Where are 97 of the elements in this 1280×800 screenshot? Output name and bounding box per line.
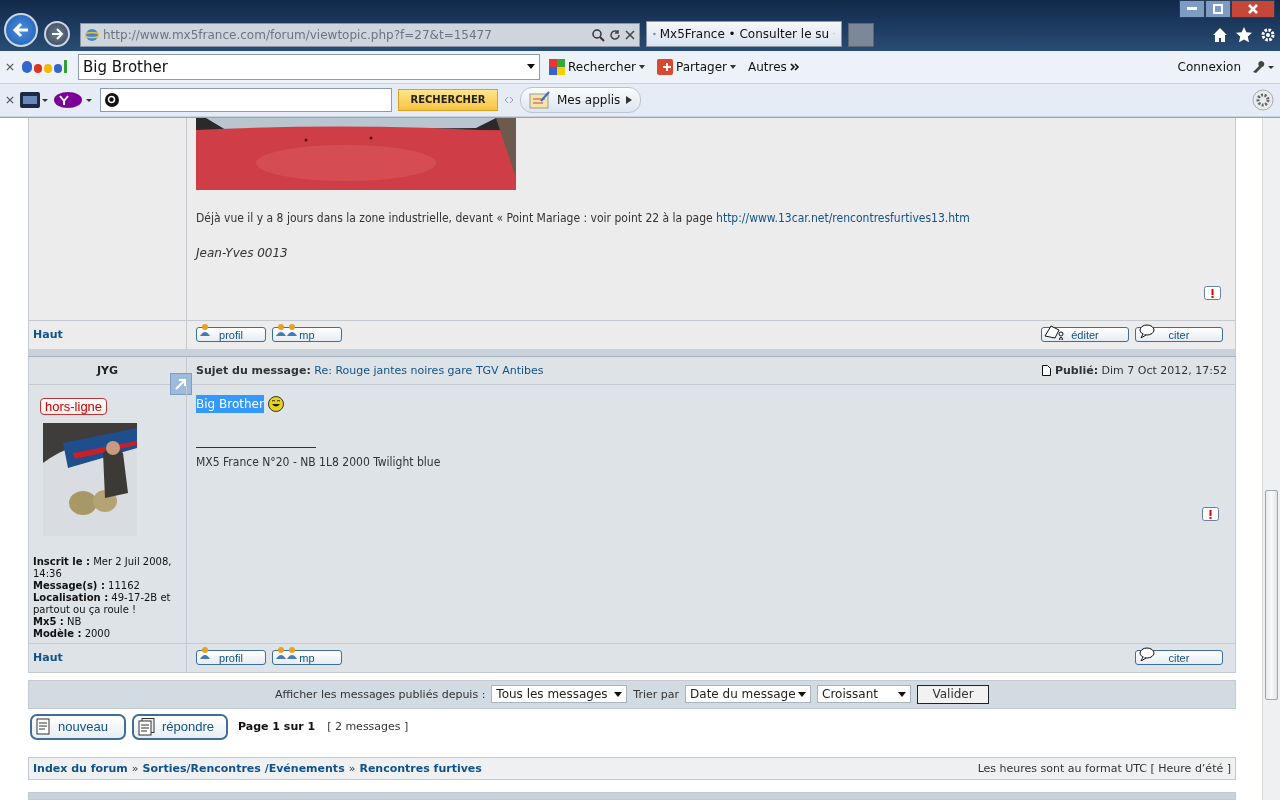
quote-button[interactable]: citer: [1135, 650, 1223, 666]
breadcrumb-separator: »: [348, 762, 356, 775]
top-link[interactable]: Haut: [29, 651, 186, 665]
arrow-icon: [174, 377, 188, 391]
search-field[interactable]: [100, 87, 392, 112]
paper-scissors-icon: [1043, 324, 1067, 341]
profile-field: Localisation : 49-17-2B et partout ou ça roule !: [33, 592, 182, 616]
new-tab-button[interactable]: [848, 22, 874, 47]
filter-label: Afficher les messages publiés depuis :: [274, 688, 486, 701]
message-text: Big Brother: [196, 395, 264, 413]
url-link[interactable]: http://www.13car.net/rencontresfurtives13.htm: [716, 211, 970, 225]
author-name: JYG: [95, 364, 120, 377]
star-icon[interactable]: [1236, 26, 1252, 43]
home-icon[interactable]: [1212, 26, 1228, 43]
arrow-left-icon: [12, 20, 30, 39]
post-icon[interactable]: [1042, 365, 1052, 376]
message-count: [ 2 messages ]: [327, 720, 409, 734]
quote-button[interactable]: citer: [1135, 327, 1223, 343]
timezone-note: Les heures sont au format UTC [ Heure d’été ]: [977, 762, 1231, 775]
pm-button[interactable]: mp: [272, 650, 342, 666]
sort-select[interactable]: Date du message: [685, 685, 812, 704]
published-label: Publié:: [1054, 364, 1099, 377]
arrow-right-icon: [50, 26, 64, 41]
users-icon: [275, 647, 299, 662]
subject-link[interactable]: Re: Rouge jantes noires gare TGV Antibes: [314, 364, 544, 377]
profile-button[interactable]: profil: [196, 327, 266, 343]
caret-icon: [614, 692, 623, 697]
minimize-button[interactable]: [1179, 0, 1205, 18]
search-icon: [105, 92, 119, 107]
status-badge: hors-ligne: [40, 398, 108, 415]
restore-button[interactable]: [1205, 0, 1231, 18]
search-field[interactable]: Big Brother: [78, 53, 540, 80]
profile-button[interactable]: profil: [196, 650, 266, 666]
top-link[interactable]: Haut: [29, 328, 186, 342]
sort-label: Trier par: [633, 688, 680, 701]
scrollbar[interactable]: [1262, 118, 1280, 800]
profile-field: Mx5 : NB: [33, 616, 182, 628]
tv-icon[interactable]: [20, 90, 48, 109]
speech-bubble-icon: [1138, 324, 1156, 339]
breadcrumb-link[interactable]: Rencontres furtives: [359, 762, 482, 775]
refresh-icon: [609, 28, 621, 41]
breadcrumb-separator: »: [131, 762, 139, 775]
post-date: Dim 7 Oct 2012, 17:52: [1101, 364, 1227, 377]
page-number: Page 1 sur 1: [238, 720, 316, 734]
sign-in-button[interactable]: Connexion: [1174, 57, 1244, 76]
message-text: Déjà vue il y a 8 jours dans la zone industrielle, devant « Point Mariage : voir point 22 à la page http://www.13car.net/rencontresfurtives13.htm: [196, 210, 971, 226]
caret-icon: [729, 64, 736, 69]
order-select[interactable]: Croissant: [817, 685, 912, 704]
yahoo-icon[interactable]: [54, 90, 94, 109]
settings-icon[interactable]: [1260, 26, 1276, 43]
smiley-icon: [267, 396, 284, 412]
minimize-icon: [1187, 7, 1197, 11]
reply-button[interactable]: répondre: [132, 714, 228, 740]
more-button[interactable]: Autres: [744, 57, 803, 76]
browser-tab[interactable]: Mx5France • Consulter le su: [646, 20, 842, 47]
period-select[interactable]: Tous les messages: [491, 685, 628, 704]
maximize-icon: [1213, 4, 1223, 14]
signature-text: Jean-Yves 0013: [196, 246, 289, 260]
profile-field: Message(s) : 11162: [33, 580, 182, 592]
caret-icon: [626, 95, 633, 104]
search-button[interactable]: Rechercher: [546, 56, 648, 77]
share-button[interactable]: Partager: [653, 56, 739, 77]
edit-button[interactable]: éditer: [1041, 327, 1129, 343]
caret-icon: [638, 64, 645, 69]
user-icon: [199, 647, 211, 662]
speech-bubble-icon: [1138, 647, 1156, 662]
notepad-icon: [529, 90, 551, 109]
resize-icon: [504, 94, 514, 105]
caret-icon: [527, 64, 535, 70]
chevrons-icon: [789, 62, 800, 71]
user-icon: [199, 324, 211, 339]
breadcrumb-link[interactable]: Sorties/Rencontres /Evénements: [142, 762, 345, 775]
submit-button[interactable]: Valider: [917, 685, 990, 704]
settings-icon[interactable]: [1252, 88, 1274, 111]
profile-field: Modèle : 2000: [33, 628, 182, 640]
signature-text: MX5 France N°20 - NB 1L8 2000 Twilight blue: [196, 454, 442, 470]
share-icon: [656, 58, 673, 75]
report-icon[interactable]: [1202, 507, 1219, 521]
back-button[interactable]: [4, 12, 38, 47]
pm-button[interactable]: mp: [272, 327, 342, 343]
document-icon: [36, 718, 52, 736]
caret-icon: [798, 692, 807, 697]
caret-icon: [898, 692, 907, 697]
search-icon: [591, 27, 605, 42]
subject-label: Sujet du message:: [196, 364, 311, 377]
profile-field: Inscrit le : Mer 2 Juil 2008, 14:36: [33, 556, 182, 580]
expand-button[interactable]: [170, 373, 192, 395]
report-icon[interactable]: [1204, 286, 1221, 300]
apps-button[interactable]: Mes applis: [520, 86, 642, 113]
google-icon: [549, 58, 565, 75]
forward-button[interactable]: [44, 20, 70, 47]
documents-icon: [138, 718, 156, 736]
breadcrumb-link[interactable]: Index du forum: [33, 762, 128, 775]
search-button[interactable]: RECHERCHER: [398, 88, 498, 111]
new-button[interactable]: nouveau: [30, 714, 126, 740]
users-icon: [275, 324, 299, 339]
close-button[interactable]: [1231, 0, 1275, 18]
